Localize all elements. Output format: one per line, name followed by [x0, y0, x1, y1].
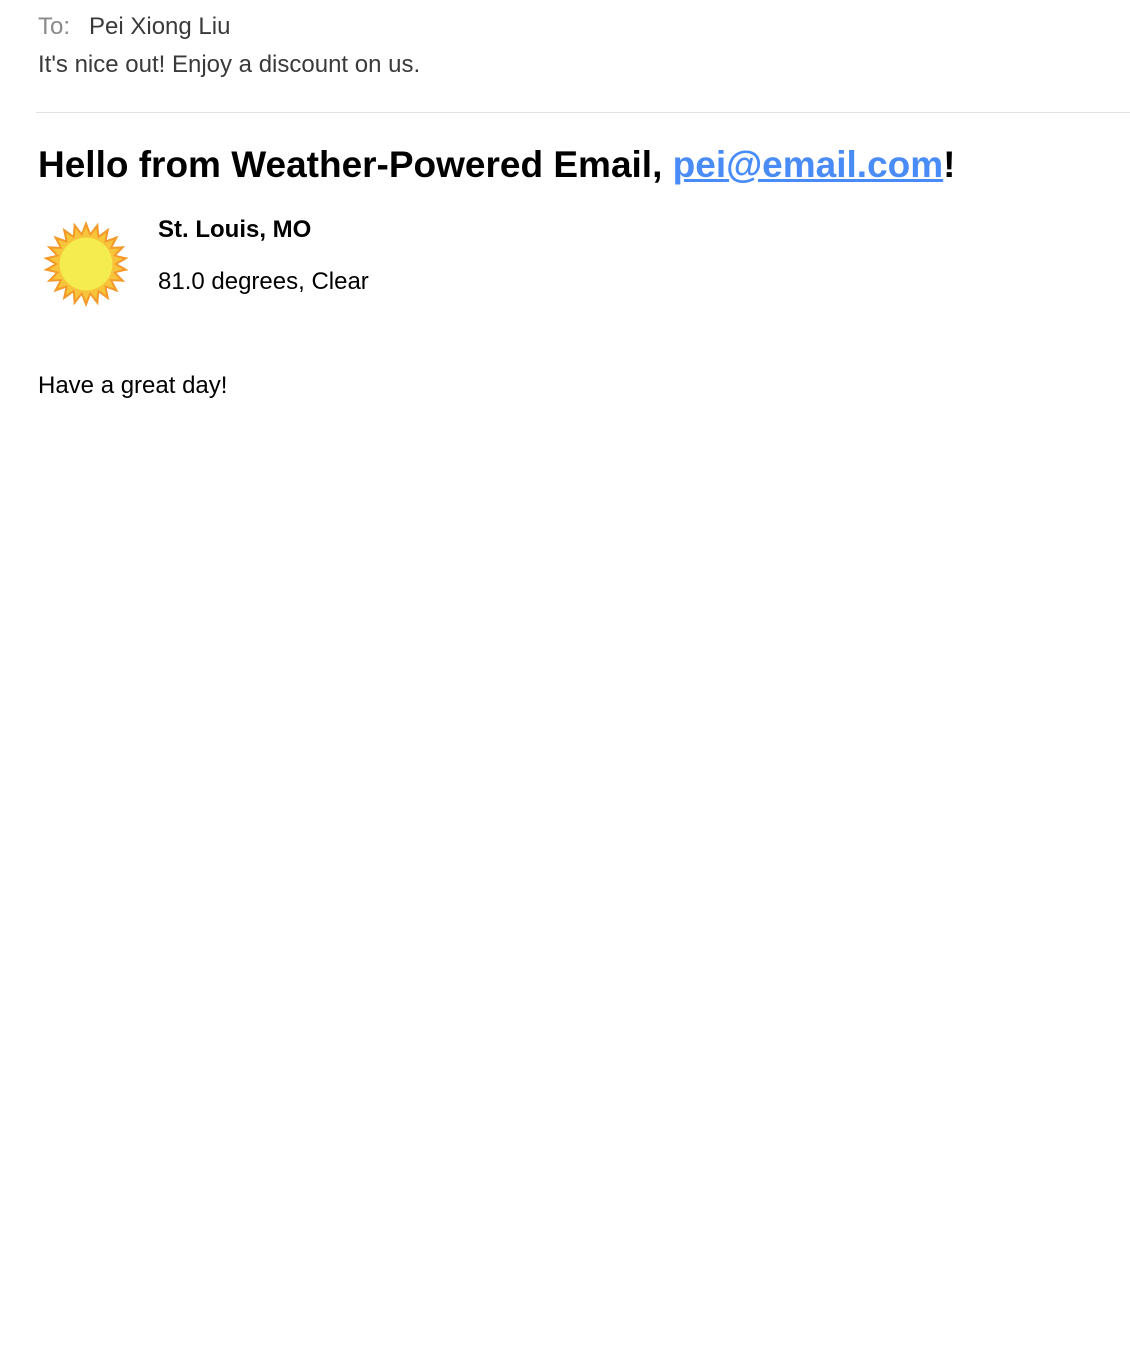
- to-row: To: Pei Xiong Liu: [38, 12, 230, 42]
- recipient-email-link[interactable]: pei@email.com: [673, 144, 944, 185]
- sun-icon: [43, 220, 129, 308]
- to-label: To:: [38, 13, 71, 40]
- email-subject: It's nice out! Enjoy a discount on us.: [38, 51, 421, 78]
- greeting-suffix: !: [943, 144, 956, 185]
- email-body: Hello from Weather-Powered Email, pei@em…: [38, 140, 1098, 399]
- greeting-heading: Hello from Weather-Powered Email, pei@em…: [38, 140, 1098, 190]
- recipient-name[interactable]: Pei Xiong Liu: [89, 12, 230, 42]
- greeting-prefix: Hello from Weather-Powered Email,: [38, 144, 673, 185]
- weather-conditions: 81.0 degrees, Clear: [158, 268, 369, 295]
- message-header: To: Pei Xiong Liu It's nice out! Enjoy a…: [0, 0, 1130, 114]
- signoff-text: Have a great day!: [38, 372, 228, 399]
- weather-block: St. Louis, MO 81.0 degrees, Clear: [38, 216, 738, 316]
- sun-disc: [59, 237, 113, 291]
- header-divider: [36, 112, 1130, 113]
- weather-location: St. Louis, MO: [158, 216, 312, 243]
